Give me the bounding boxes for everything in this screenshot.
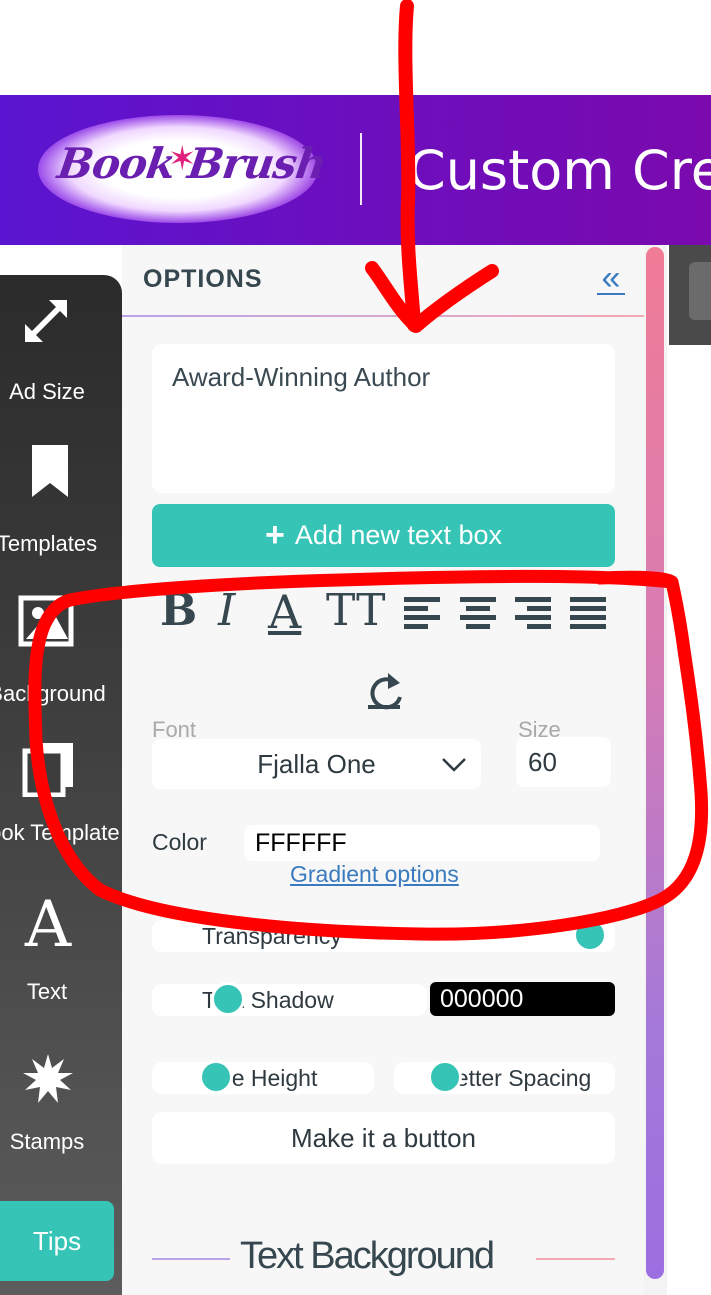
sidebar-item-book-template[interactable]: Book Template xyxy=(0,735,122,885)
resize-arrows-icon xyxy=(18,293,74,349)
scrollbar-thumb[interactable] xyxy=(646,247,664,1279)
line-height-slider[interactable]: Line Height xyxy=(152,1060,374,1094)
redo-icon[interactable] xyxy=(362,667,406,711)
options-panel: OPTIONS « Award-Winning Author + Add new… xyxy=(122,245,644,1295)
collapse-underline xyxy=(597,293,625,295)
align-right-icon[interactable] xyxy=(515,597,553,631)
letter-spacing-label: Letter Spacing xyxy=(443,1065,592,1091)
letter-spacing-knob[interactable] xyxy=(428,1060,462,1094)
ink-splash-icon: ✶ xyxy=(168,140,197,178)
text-shadow-color-input[interactable]: 000000 xyxy=(430,982,615,1016)
letter-spacing-slider[interactable]: Letter Spacing xyxy=(394,1060,615,1094)
plus-icon: + xyxy=(265,516,285,554)
underline-button[interactable]: A xyxy=(268,585,301,645)
sidebar-item-text[interactable]: A Text xyxy=(0,888,122,1041)
starburst-icon xyxy=(20,1051,76,1107)
sidebar-item-templates[interactable]: Templates xyxy=(0,435,122,585)
gradient-options-link[interactable]: Gradient options xyxy=(290,861,459,888)
page-title: Custom Crea xyxy=(408,139,711,202)
sidebar-item-label: Book Template xyxy=(0,820,120,845)
section-divider-right xyxy=(536,1258,615,1260)
text-background-heading: Text Background xyxy=(240,1235,495,1277)
image-icon xyxy=(18,593,74,649)
sidebar-item-label: Templates xyxy=(0,531,98,556)
align-center-icon[interactable] xyxy=(460,597,498,631)
uppercase-button[interactable]: TT xyxy=(326,585,386,645)
panel-title: OPTIONS xyxy=(143,265,263,293)
chevron-down-icon xyxy=(442,758,466,772)
stacked-pages-icon xyxy=(20,741,76,797)
transparency-knob[interactable] xyxy=(573,918,607,952)
tools-sidebar: Ad Size Templates Background Book Templa… xyxy=(0,275,122,1295)
bold-button[interactable]: B xyxy=(160,585,197,645)
text-shadow-knob[interactable] xyxy=(211,982,245,1016)
make-it-a-button[interactable]: Make it a button xyxy=(152,1112,615,1164)
text-shadow-slider[interactable]: Text Shadow xyxy=(152,982,427,1016)
align-justify-icon[interactable] xyxy=(570,597,608,631)
font-size-input[interactable]: 60 xyxy=(516,737,611,787)
transparency-slider[interactable]: Transparency xyxy=(152,918,615,952)
sidebar-item-label: Text xyxy=(26,979,68,1004)
font-select-value: Fjalla One xyxy=(257,748,376,779)
bookmark-icon xyxy=(22,443,78,499)
section-divider-left xyxy=(152,1258,230,1260)
line-height-knob[interactable] xyxy=(199,1060,233,1094)
letter-a-icon: A xyxy=(24,888,72,962)
sidebar-item-label: Ad Size xyxy=(9,379,85,404)
color-input[interactable]: FFFFFF xyxy=(244,825,600,861)
sidebar-item-label: Stamps xyxy=(9,1129,85,1154)
tips-button[interactable]: Tips xyxy=(0,1201,114,1281)
text-content-input[interactable]: Award-Winning Author xyxy=(152,344,615,493)
transparency-label: Transparency xyxy=(202,923,342,949)
add-text-box-label: Add new text box xyxy=(294,520,502,550)
sidebar-item-ad-size[interactable]: Ad Size xyxy=(0,283,122,433)
panel-divider xyxy=(122,315,644,317)
align-left-icon[interactable] xyxy=(404,597,442,631)
sidebar-item-stamps[interactable]: Stamps xyxy=(0,1045,122,1195)
add-text-box-button[interactable]: + Add new text box xyxy=(152,504,615,567)
canvas-area xyxy=(667,245,711,1295)
top-blank-area xyxy=(0,0,711,95)
app-header: Book Brush ✶ Custom Crea xyxy=(0,95,711,245)
canvas-toolbar-button[interactable] xyxy=(689,262,711,320)
sidebar-item-background[interactable]: Background xyxy=(0,585,122,735)
sidebar-item-label: Background xyxy=(0,681,106,706)
header-divider xyxy=(360,133,362,205)
color-label: Color xyxy=(152,829,207,855)
font-select[interactable]: Fjalla One xyxy=(152,739,481,789)
italic-button[interactable]: I xyxy=(218,585,235,645)
